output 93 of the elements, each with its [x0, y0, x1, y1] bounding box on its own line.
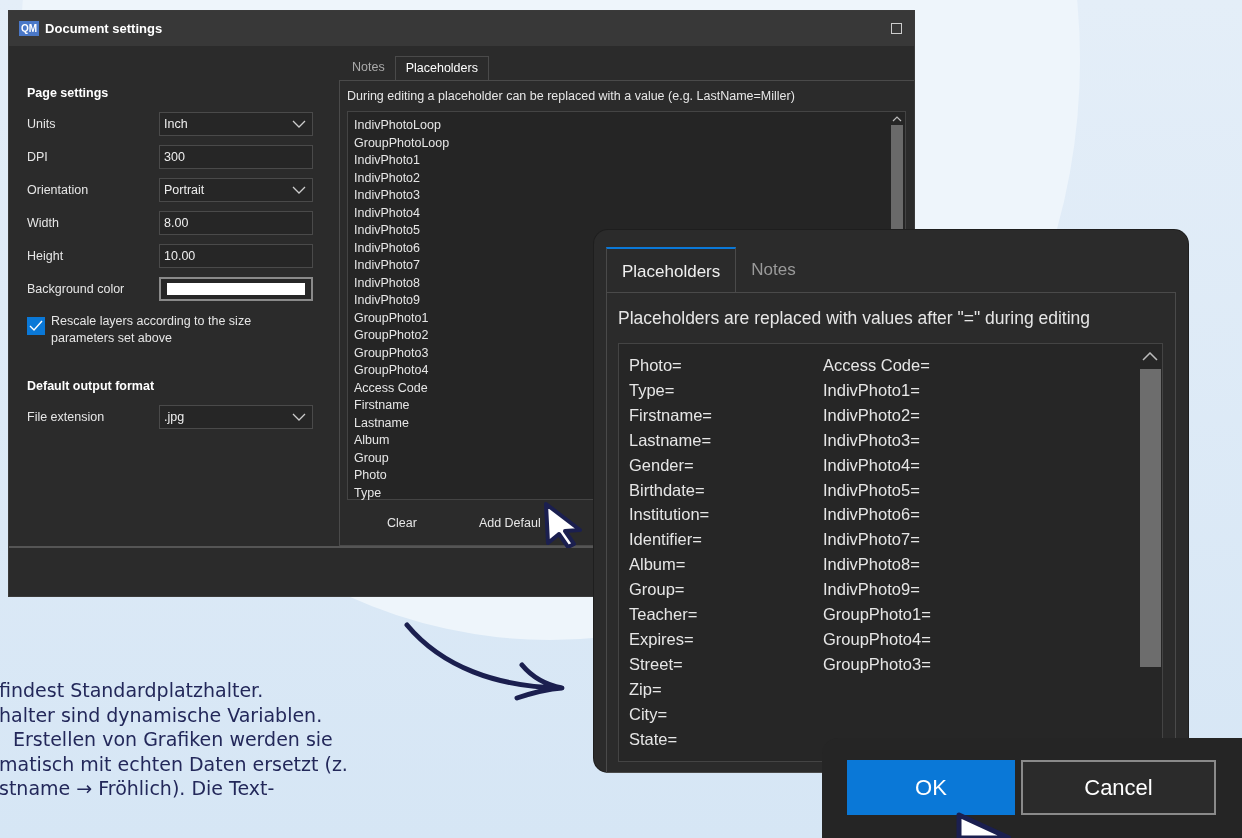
list-item[interactable]: GroupPhoto3=: [823, 651, 1017, 677]
list-item[interactable]: Type=: [629, 377, 823, 403]
list-item[interactable]: Lastname=: [629, 427, 823, 453]
input-field[interactable]: 10.00: [159, 243, 313, 268]
list-item[interactable]: IndivPhoto4: [354, 204, 421, 222]
list-item[interactable]: Zip=: [629, 676, 823, 702]
list-item[interactable]: IndivPhotoLoop: [354, 117, 441, 135]
list-item[interactable]: IndivPhoto5: [354, 222, 421, 240]
list-item[interactable]: IndivPhoto8=: [823, 552, 1017, 578]
list-item[interactable]: IndivPhoto7=: [823, 527, 1017, 553]
list-item[interactable]: City=: [629, 701, 823, 727]
list-item[interactable]: IndivPhoto4=: [823, 452, 1017, 478]
mouse-cursor-icon: [955, 812, 1011, 838]
list-item[interactable]: GroupPhoto2: [354, 327, 429, 345]
list-item[interactable]: Photo=: [629, 353, 823, 378]
description-text: Placeholders are replaced with values after "=" during editing: [618, 308, 1092, 329]
list-item[interactable]: IndivPhoto9=: [823, 577, 1017, 603]
input-field[interactable]: 8.00: [159, 210, 313, 235]
checkbox[interactable]: [27, 317, 45, 335]
list-item[interactable]: Street=: [629, 651, 823, 677]
field-label: Height: [27, 248, 65, 263]
section-heading: Page settings: [27, 86, 110, 100]
tab[interactable]: Placeholders: [606, 247, 737, 292]
caption-text: Erstellen von Grafiken werden sie: [12, 727, 334, 752]
dropdown[interactable]: Portrait: [159, 177, 313, 202]
list-item[interactable]: Access Code: [354, 379, 428, 397]
dropdown[interactable]: Inch: [159, 111, 313, 136]
caption-text: stname → Fröhlich). Die Text-: [0, 776, 276, 801]
chevron-up-icon: [892, 116, 902, 122]
chevron-down-icon: [292, 119, 306, 128]
list-item[interactable]: Firstname: [354, 397, 410, 415]
list-item[interactable]: GroupPhoto1: [354, 309, 429, 327]
field-label: DPI: [27, 149, 49, 164]
checkbox-label: Rescale layers according to the size parameters set above: [51, 313, 253, 347]
field-label: Width: [27, 215, 60, 230]
text-button[interactable]: Clear: [381, 514, 423, 532]
description-text: During editing a placeholder can be replaced with a value (e.g. LastName=Miller): [347, 89, 796, 103]
list-item[interactable]: State=: [629, 726, 823, 752]
list-item[interactable]: GroupPhoto4=: [823, 626, 1017, 652]
text-button[interactable]: Add Defaul: [472, 514, 547, 532]
section-heading: Default output format: [27, 379, 156, 393]
chevron-down-icon: [292, 412, 306, 421]
list-item[interactable]: IndivPhoto9: [354, 292, 421, 310]
list-item[interactable]: IndivPhoto3: [354, 187, 421, 205]
caption-text: findest Standardplatzhalter.: [0, 678, 265, 703]
list-item[interactable]: Gender=: [629, 452, 823, 478]
ok-button[interactable]: OK: [847, 760, 1015, 815]
input-field[interactable]: 300: [159, 144, 313, 169]
list-item[interactable]: GroupPhoto3: [354, 344, 429, 362]
tab[interactable]: Notes: [736, 247, 811, 292]
list-item[interactable]: Group=: [629, 577, 823, 603]
list-item[interactable]: IndivPhoto6: [354, 239, 421, 257]
field-label: Orientation: [27, 182, 90, 197]
list-item[interactable]: IndivPhoto2=: [823, 402, 1017, 428]
list-item[interactable]: IndivPhoto5=: [823, 477, 1017, 503]
list-item[interactable]: GroupPhoto1=: [823, 602, 1017, 627]
list-item[interactable]: GroupPhotoLoop: [354, 134, 450, 152]
list-item[interactable]: Type: [354, 484, 382, 502]
list-item[interactable]: Access Code=: [823, 353, 1017, 378]
list-item[interactable]: Photo: [354, 467, 387, 485]
list-item[interactable]: IndivPhoto2: [354, 169, 421, 187]
list-item[interactable]: IndivPhoto8: [354, 274, 421, 292]
list-item[interactable]: Album: [354, 432, 390, 450]
field-label: File extension: [27, 409, 106, 424]
list-item[interactable]: Lastname: [354, 414, 409, 432]
list-item[interactable]: IndivPhoto1=: [823, 377, 1017, 403]
list-item[interactable]: Birthdate=: [629, 477, 823, 503]
list-item[interactable]: Identifier=: [629, 527, 823, 553]
list-item[interactable]: IndivPhoto6=: [823, 502, 1017, 528]
field-label: Background color: [27, 281, 126, 296]
list-item[interactable]: Album=: [629, 552, 823, 578]
list-item[interactable]: IndivPhoto1: [354, 152, 421, 170]
list-item[interactable]: Teacher=: [629, 602, 823, 627]
maximize-button[interactable]: [891, 23, 902, 34]
list-item[interactable]: GroupPhoto4: [354, 362, 429, 380]
cancel-button[interactable]: Cancel: [1021, 760, 1216, 815]
field-label: Units: [27, 116, 57, 131]
list-item[interactable]: IndivPhoto7: [354, 257, 421, 275]
color-picker[interactable]: [159, 276, 313, 301]
list-item[interactable]: Group: [354, 449, 389, 467]
tab[interactable]: Placeholders: [394, 56, 489, 80]
list-item[interactable]: IndivPhoto3=: [823, 427, 1017, 453]
tab[interactable]: Notes: [342, 56, 395, 80]
chevron-up-icon: [1142, 352, 1158, 361]
window-title: Document settings: [45, 21, 164, 36]
chevron-down-icon: [292, 185, 306, 194]
list-item[interactable]: Expires=: [629, 626, 823, 652]
caption-text: halter sind dynamische Variablen.: [0, 702, 324, 727]
list-item[interactable]: Firstname=: [629, 402, 823, 428]
list-item[interactable]: Institution=: [629, 502, 823, 528]
app-icon: QM: [19, 21, 40, 36]
dropdown[interactable]: .jpg: [159, 404, 313, 429]
caption-text: matisch mit echten Daten ersetzt (z.: [0, 751, 348, 776]
